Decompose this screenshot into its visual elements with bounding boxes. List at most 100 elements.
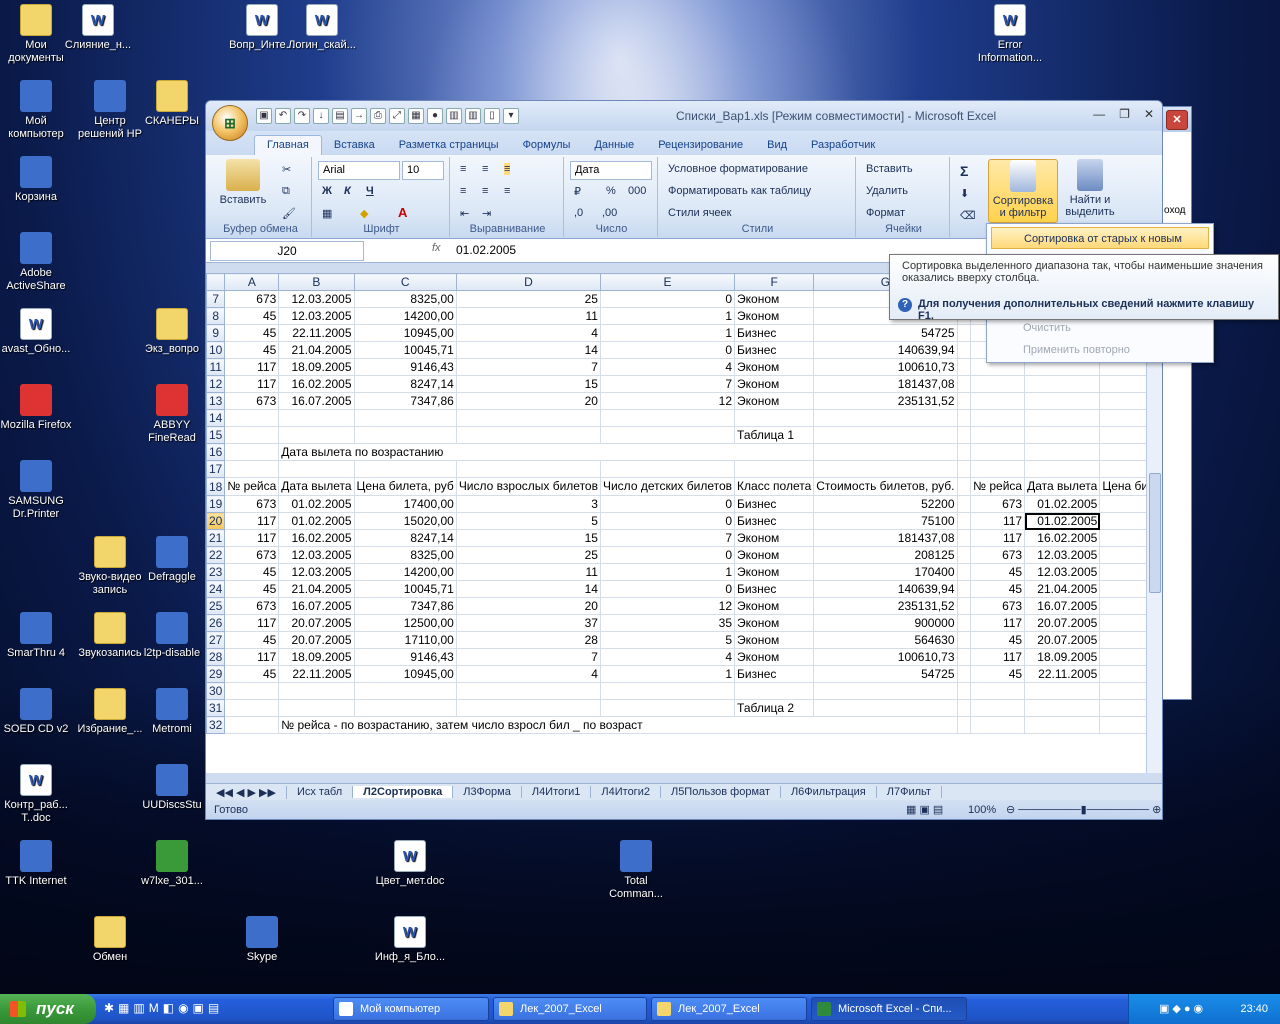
row-header[interactable]: 8 — [206, 307, 226, 325]
cell[interactable] — [224, 426, 280, 444]
desktop-icon[interactable]: l2tp-disable — [134, 612, 210, 660]
row-header[interactable]: 32 — [206, 716, 226, 734]
cell[interactable]: 12500,00 — [353, 614, 457, 632]
cell[interactable]: Дата вылета по возрастанию — [278, 443, 815, 461]
format-cells-button[interactable]: Формат — [866, 207, 905, 219]
taskbar-button-my-computer[interactable]: Мой компьютер — [333, 997, 489, 1021]
cell[interactable] — [224, 682, 280, 700]
cell[interactable]: 18.09.2005 — [278, 358, 355, 376]
cell[interactable]: 15020,00 — [353, 512, 457, 530]
cell[interactable]: Эконом — [734, 546, 815, 564]
cell[interactable] — [455, 699, 601, 717]
font-name-select[interactable]: Arial — [318, 161, 400, 180]
cell[interactable] — [956, 597, 972, 615]
save-icon[interactable]: ▣ — [256, 108, 272, 124]
desktop-icon[interactable]: Total Comman... — [598, 840, 674, 901]
clear-icon[interactable]: ⌫ — [960, 209, 976, 222]
cell[interactable]: 52200 — [813, 495, 958, 513]
cell[interactable]: Эконом — [734, 290, 815, 308]
cell[interactable]: 4 — [455, 665, 601, 683]
cell-styles-button[interactable]: Стили ячеек — [668, 207, 731, 219]
cell[interactable]: 12 — [599, 392, 736, 410]
taskbar-button-excel[interactable]: Microsoft Excel - Спи... — [811, 997, 967, 1021]
cell[interactable]: 12.03.2005 — [278, 307, 355, 325]
cell[interactable]: 20 — [455, 392, 601, 410]
cell[interactable]: 14200,00 — [353, 307, 457, 325]
cell[interactable]: Бизнес — [734, 665, 815, 683]
customize-icon[interactable]: ▾ — [503, 108, 519, 124]
cell[interactable] — [278, 409, 355, 427]
cell[interactable]: 12.03.2005 — [1024, 546, 1101, 564]
align-right-icon[interactable]: ≡ — [504, 185, 510, 197]
cell[interactable]: 14 — [455, 580, 601, 598]
cell[interactable]: 18.09.2005 — [1024, 648, 1101, 666]
cell[interactable]: 673 — [970, 546, 1026, 564]
cell[interactable] — [353, 426, 457, 444]
close-icon[interactable]: ✕ — [1144, 107, 1154, 121]
cell[interactable]: 9146,43 — [353, 358, 457, 376]
view-buttons-icon[interactable]: ▦ ▣ ▤ — [906, 803, 943, 816]
cell[interactable]: 4 — [599, 648, 736, 666]
align-bottom-icon[interactable]: ≡ — [504, 163, 511, 175]
cell[interactable]: 100610,73 — [813, 648, 958, 666]
cell[interactable]: 117 — [970, 614, 1026, 632]
cell[interactable]: 45 — [224, 580, 280, 598]
cell[interactable]: 21.04.2005 — [278, 580, 355, 598]
cell[interactable] — [956, 699, 972, 717]
sheet-tab[interactable]: Л4Итоги2 — [591, 786, 661, 798]
sheet-tab[interactable]: Исх табл — [287, 786, 354, 798]
cell[interactable]: 10945,00 — [353, 665, 457, 683]
cell[interactable]: 25 — [455, 546, 601, 564]
row-header[interactable]: 9 — [206, 324, 226, 342]
copy-icon[interactable]: ⧉ — [282, 185, 290, 198]
cell[interactable]: 7 — [599, 375, 736, 393]
cell[interactable] — [956, 341, 972, 359]
desktop-icon[interactable]: W Слияние_н... — [60, 4, 136, 52]
row-header[interactable]: 16 — [206, 443, 226, 461]
cell[interactable] — [956, 648, 972, 666]
cell[interactable] — [1024, 392, 1101, 410]
cell[interactable]: 117 — [224, 614, 280, 632]
cell[interactable] — [599, 409, 736, 427]
cell[interactable] — [956, 324, 972, 342]
tab-5[interactable]: Рецензирование — [646, 136, 755, 155]
name-box[interactable]: J20 — [210, 241, 364, 261]
cell[interactable]: 4 — [599, 358, 736, 376]
cell[interactable]: 17400,00 — [353, 495, 457, 513]
cell[interactable]: 5 — [599, 631, 736, 649]
row-header[interactable]: 19 — [206, 495, 226, 513]
cell[interactable]: 673 — [970, 495, 1026, 513]
row-header[interactable]: 28 — [206, 648, 226, 666]
cell[interactable]: 117 — [224, 512, 280, 530]
desktop-icon[interactable]: W Контр_раб... Т..doc — [0, 764, 74, 825]
view2-icon[interactable]: ▥ — [465, 108, 481, 124]
desktop-icon[interactable]: Mozilla Firefox — [0, 384, 74, 432]
cell[interactable]: 14 — [455, 341, 601, 359]
row-header[interactable]: 27 — [206, 631, 226, 649]
cell[interactable] — [956, 580, 972, 598]
cell[interactable]: 16.07.2005 — [278, 597, 355, 615]
grid-icon[interactable]: ▦ — [408, 108, 424, 124]
zoom-level[interactable]: 100% — [968, 804, 996, 816]
cell[interactable] — [278, 426, 355, 444]
cell[interactable]: 7347,86 — [353, 597, 457, 615]
cell[interactable]: 15 — [455, 529, 601, 547]
cut-icon[interactable]: ✂ — [282, 163, 291, 176]
cell[interactable]: 117 — [224, 375, 280, 393]
cell[interactable]: 45 — [970, 631, 1026, 649]
row-header[interactable]: 11 — [206, 358, 226, 376]
cell[interactable]: 8325,00 — [353, 290, 457, 308]
cell[interactable] — [1024, 409, 1101, 427]
cell[interactable] — [353, 699, 457, 717]
cell[interactable] — [1024, 443, 1101, 461]
cell[interactable]: 5 — [455, 512, 601, 530]
sheet-tab[interactable]: Л4Итоги1 — [522, 786, 592, 798]
cell[interactable] — [956, 426, 972, 444]
cell[interactable] — [353, 682, 457, 700]
row-header[interactable]: 24 — [206, 580, 226, 598]
cell[interactable] — [224, 460, 280, 478]
cell[interactable]: 45 — [970, 665, 1026, 683]
cell[interactable]: 22.11.2005 — [278, 665, 355, 683]
cell[interactable]: 10945,00 — [353, 324, 457, 342]
cell[interactable]: 673 — [224, 495, 280, 513]
